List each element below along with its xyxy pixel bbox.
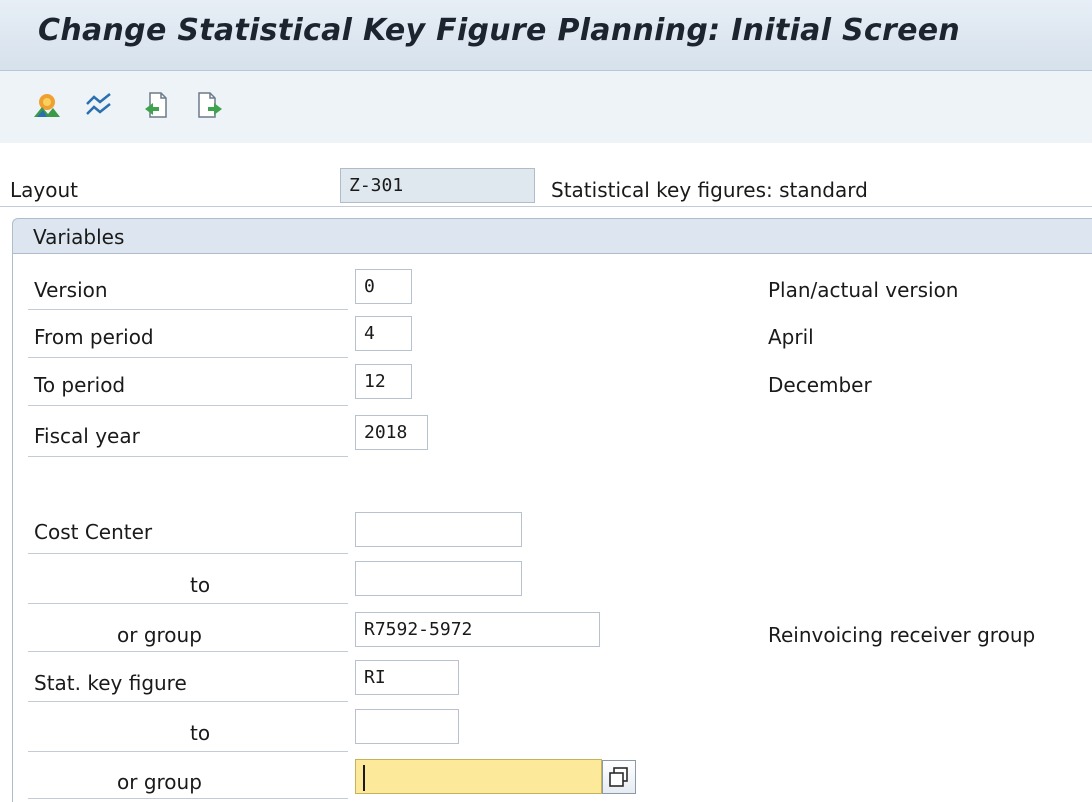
row-separator <box>28 603 348 604</box>
from-period-field[interactable]: 4 <box>355 316 412 351</box>
row-separator <box>28 751 348 752</box>
row-separator <box>28 357 348 358</box>
layout-separator <box>0 206 1092 207</box>
stat-key-figure-from-field[interactable]: RI <box>355 660 459 695</box>
version-label: Version <box>34 278 108 302</box>
variables-header: Variables <box>12 218 1092 254</box>
cost-center-to-label: to <box>190 573 211 597</box>
version-description: Plan/actual version <box>768 278 959 302</box>
graphic-icon[interactable] <box>84 90 114 120</box>
stat-key-figure-group-label: or group <box>117 770 202 794</box>
cost-center-label: Cost Center <box>34 520 153 544</box>
stat-key-figure-to-label: to <box>190 721 211 745</box>
to-period-label: To period <box>34 373 126 397</box>
stat-key-figure-to-field[interactable] <box>355 709 459 744</box>
layout-description: Statistical key figures: standard <box>551 178 868 202</box>
stat-key-figure-group-field[interactable] <box>355 759 602 794</box>
layout-field[interactable]: Z-301 <box>340 168 535 203</box>
row-separator <box>28 798 348 799</box>
next-layout-icon[interactable] <box>195 90 225 120</box>
row-separator <box>28 456 348 457</box>
variables-group <box>12 254 1092 802</box>
layout-label: Layout <box>10 178 78 202</box>
fiscal-year-field[interactable]: 2018 <box>355 415 428 450</box>
row-separator <box>28 309 348 310</box>
cost-center-group-label: or group <box>117 623 202 647</box>
from-period-description: April <box>768 325 814 349</box>
text-cursor <box>363 765 365 791</box>
title-bar: Change Statistical Key Figure Planning: … <box>0 0 1092 71</box>
to-period-description: December <box>768 373 872 397</box>
version-field[interactable]: 0 <box>355 269 412 304</box>
to-period-field[interactable]: 12 <box>355 364 412 399</box>
stat-key-figure-label: Stat. key figure <box>34 671 187 695</box>
from-period-label: From period <box>34 325 154 349</box>
cost-center-to-field[interactable] <box>355 561 522 596</box>
fiscal-year-label: Fiscal year <box>34 424 140 448</box>
value-help-icon <box>609 767 628 787</box>
planner-profile-icon[interactable] <box>32 90 62 120</box>
row-separator <box>28 553 348 554</box>
application-toolbar <box>0 71 1092 143</box>
cost-center-group-field[interactable]: R7592-5972 <box>355 612 600 647</box>
cost-center-group-description: Reinvoicing receiver group <box>768 623 1036 647</box>
value-help-button[interactable] <box>602 760 636 794</box>
row-separator <box>28 701 348 702</box>
page-title: Change Statistical Key Figure Planning: … <box>38 13 961 48</box>
row-separator <box>28 405 348 406</box>
variables-title: Variables <box>33 225 125 249</box>
row-separator <box>28 651 348 652</box>
cost-center-from-field[interactable] <box>355 512 522 547</box>
previous-layout-icon[interactable] <box>142 90 172 120</box>
